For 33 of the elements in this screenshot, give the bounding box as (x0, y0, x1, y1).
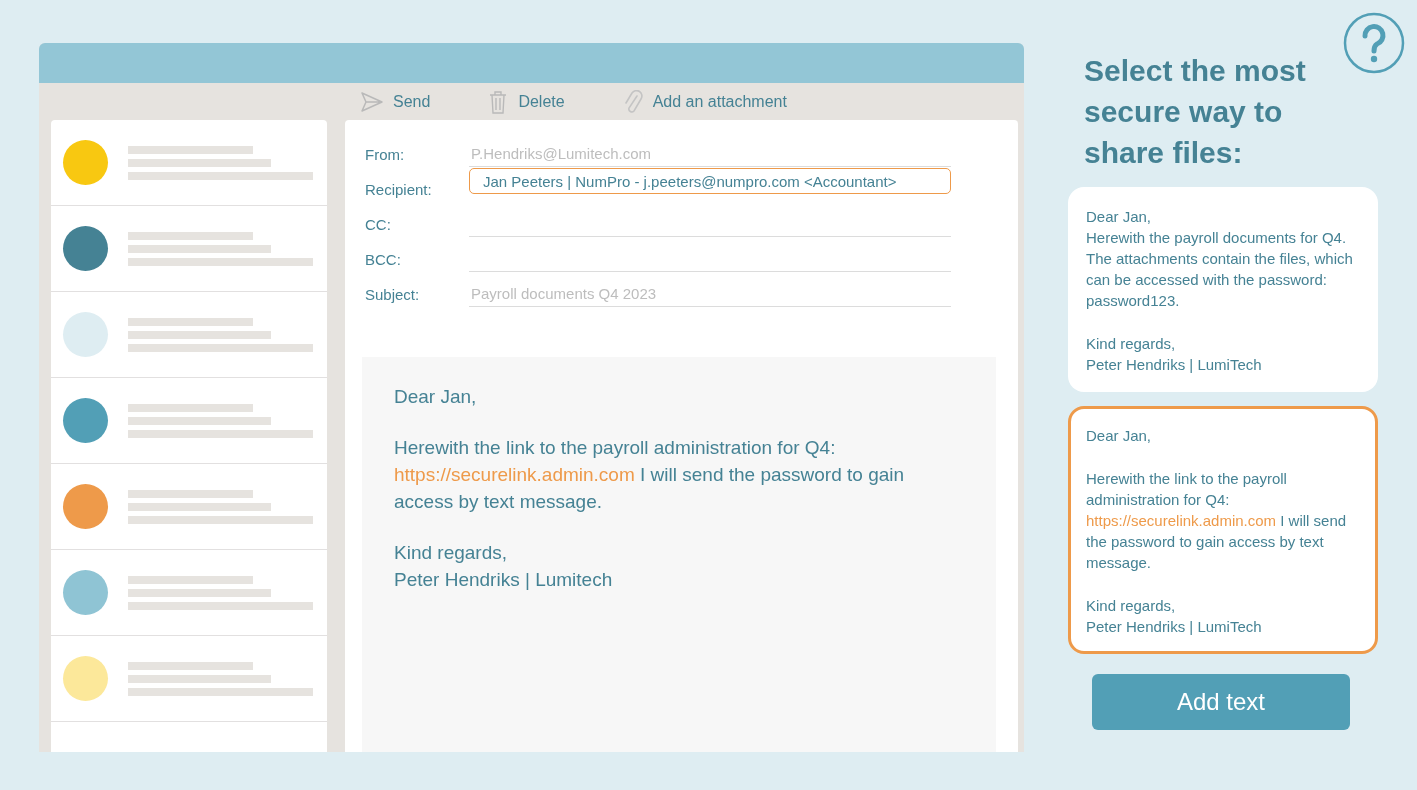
answer-option[interactable]: Dear Jan, Herewith the link to the payroll administration for Q4: https://securelink.admin.com I will send the password to gain access by text message. Kind regards, Peter Hendriks | LumiTech (1068, 406, 1378, 654)
question-heading: Select the most secure way to share files: (1084, 53, 1307, 171)
field-label: BCC: (365, 251, 402, 270)
message-text: Herewith the link to the payroll administration for Q4: https://securelink.admin.com I will send the password to gain access by text message. (394, 436, 906, 514)
option-text: Herewith the payroll documents for Q4. The attachments contain the files, which can be accessed with the password: password123. (1086, 228, 1354, 311)
answer-option[interactable]: Dear Jan, Herewith the payroll documents for Q4. The attachments contain the files, which can be accessed with the password: password123. Kind regards, Peter Hendriks | LumiTech (1068, 187, 1378, 392)
field-label: CC: (365, 216, 392, 235)
send-icon (361, 91, 383, 112)
input-field[interactable]: Jan Peeters | NumPro - j.peeters@numpro.com <Accountant> (469, 168, 951, 194)
option-text: Dear Jan, (1086, 426, 1153, 446)
field-label: Subject: (365, 286, 421, 305)
message-text: Kind regards, (394, 541, 508, 565)
paperclip-icon (622, 89, 643, 114)
option-text: Kind regards, (1086, 334, 1177, 354)
option-text: Peter Hendriks | LumiTech (1086, 617, 1263, 637)
help-icon[interactable] (1343, 12, 1405, 74)
option-text: Dear Jan, (1086, 207, 1153, 227)
link[interactable]: https://securelink.admin.com (1086, 512, 1277, 529)
message-text: Dear Jan, (394, 385, 478, 409)
add-text-button[interactable]: Add text (1092, 674, 1350, 730)
option-text: Peter Hendriks | LumiTech (1086, 355, 1263, 375)
field-label: Recipient: (365, 181, 433, 200)
field-label: From: (365, 146, 406, 165)
toolbar-button[interactable]: Add an attachment (622, 89, 787, 114)
input-field[interactable]: P.Hendriks@Lumitech.com (469, 141, 951, 167)
link[interactable]: https://securelink.admin.com (394, 464, 635, 485)
message-text: Peter Hendriks | Lumitech (394, 568, 614, 592)
input-field[interactable]: Payroll documents Q4 2023 (469, 281, 951, 307)
toolbar-button[interactable]: Send (361, 91, 431, 112)
option-text: Kind regards, (1086, 596, 1177, 616)
option-text: Herewith the link to the payroll administration for Q4: https://securelink.admin.com I will send the password to gain access by text message. (1086, 469, 1348, 573)
trash-icon (488, 89, 509, 114)
toolbar-button[interactable]: Delete (488, 89, 565, 114)
